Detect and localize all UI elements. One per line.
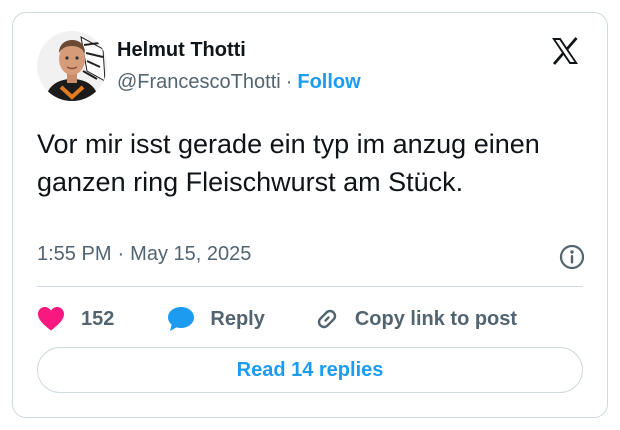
- timestamp-separator: ·: [117, 243, 125, 265]
- tweet-card: Helmut Thotti @FrancescoThotti · Follow Vo…: [12, 12, 608, 418]
- like-button[interactable]: 152: [37, 306, 114, 332]
- x-logo-icon[interactable]: [549, 35, 581, 67]
- tweet-time: 1:55 PM: [37, 243, 112, 265]
- tweet-date: May 15, 2025: [130, 243, 252, 265]
- handle-separator: ·: [285, 71, 293, 93]
- reply-button[interactable]: Reply: [152, 305, 265, 333]
- author-display-name[interactable]: Helmut Thotti: [117, 39, 246, 62]
- info-icon[interactable]: [559, 244, 585, 270]
- author-handle-row: @FrancescoThotti · Follow: [117, 71, 361, 94]
- copy-link-label: Copy link to post: [354, 307, 518, 330]
- like-count: 152: [81, 307, 115, 330]
- avatar[interactable]: [37, 31, 107, 101]
- follow-link[interactable]: Follow: [297, 71, 360, 93]
- reply-bubble-icon: [166, 305, 196, 333]
- heart-icon: [37, 306, 65, 332]
- read-replies-button[interactable]: Read 14 replies: [37, 347, 583, 393]
- author-handle[interactable]: @FrancescoThotti: [117, 71, 281, 93]
- tweet-actions: 152 Reply Copy link to post: [37, 301, 517, 337]
- tweet-text: Vor mir isst gerade ein typ im anzug ein…: [37, 129, 540, 197]
- divider: [37, 286, 583, 287]
- tweet-timestamp[interactable]: 1:55 PM · May 15, 2025: [37, 243, 251, 266]
- copy-link-button[interactable]: Copy link to post: [299, 305, 517, 333]
- link-icon: [313, 305, 341, 333]
- reply-label: Reply: [210, 307, 265, 330]
